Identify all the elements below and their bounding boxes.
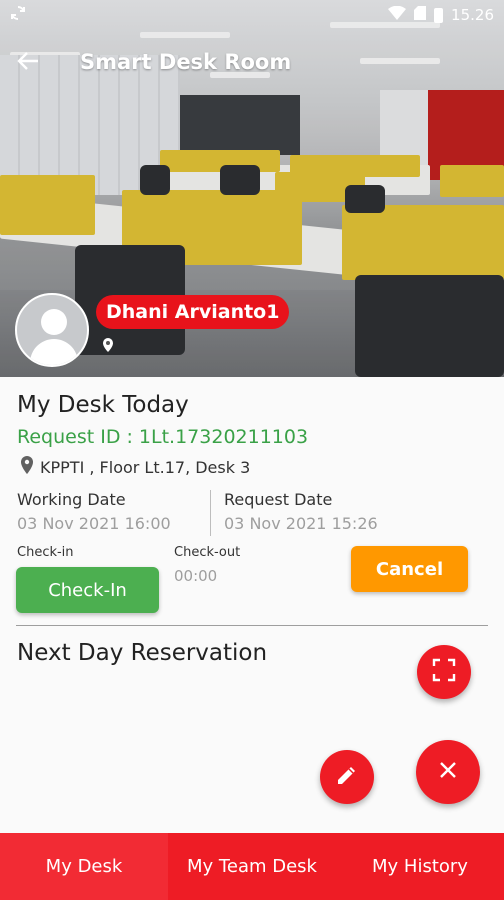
checkin-label: Check-in	[17, 545, 74, 560]
working-date-label: Working Date	[17, 490, 126, 509]
user-name: Dhani Arvianto1	[106, 301, 280, 323]
close-icon	[439, 761, 457, 783]
tab-label: My History	[372, 856, 468, 877]
tab-my-desk[interactable]: My Desk	[0, 833, 168, 900]
app-bar: Smart Desk Room	[0, 42, 291, 82]
status-time: 15.26	[451, 6, 494, 24]
request-id: Request ID : 1Lt.17320211103	[17, 426, 309, 448]
checkout-value: 00:00	[174, 567, 218, 585]
cancel-button[interactable]: Cancel	[351, 546, 468, 592]
checkin-button[interactable]: Check-In	[16, 567, 159, 613]
wifi-icon	[388, 5, 407, 24]
request-date-value: 03 Nov 2021 15:26	[224, 514, 378, 533]
bottom-navigation: My Desk My Team Desk My History	[0, 833, 504, 900]
edit-button[interactable]	[320, 750, 374, 804]
location-pin-icon	[101, 338, 115, 352]
working-date-value: 03 Nov 2021 16:00	[17, 514, 171, 533]
close-fab-button[interactable]	[416, 740, 480, 804]
checkout-label: Check-out	[174, 545, 241, 560]
page-title: Smart Desk Room	[80, 50, 292, 74]
request-date-label: Request Date	[224, 490, 333, 509]
date-divider	[210, 490, 211, 536]
tab-my-history[interactable]: My History	[336, 833, 504, 900]
location-text: KPPTI , Floor Lt.17, Desk 3	[40, 457, 251, 477]
user-name-badge: Dhani Arvianto1	[96, 295, 290, 329]
status-bar: 15.26	[0, 0, 504, 30]
location-pin-icon	[20, 456, 40, 478]
tab-label: My Desk	[45, 856, 123, 877]
back-button[interactable]	[0, 42, 56, 82]
edit-icon	[335, 763, 359, 791]
tab-my-team-desk[interactable]: My Team Desk	[168, 833, 336, 900]
desk-location: KPPTI , Floor Lt.17, Desk 3	[20, 456, 250, 478]
sim-icon	[414, 6, 427, 24]
next-day-heading: Next Day Reservation	[17, 640, 268, 666]
scan-icon	[432, 658, 456, 686]
my-desk-heading: My Desk Today	[17, 392, 189, 418]
section-divider	[16, 625, 488, 626]
sync-icon	[10, 5, 26, 25]
back-arrow-icon	[17, 47, 39, 77]
scan-button[interactable]	[417, 645, 471, 699]
battery-icon	[434, 7, 444, 23]
tab-label: My Team Desk	[187, 856, 317, 877]
avatar[interactable]	[15, 293, 89, 367]
